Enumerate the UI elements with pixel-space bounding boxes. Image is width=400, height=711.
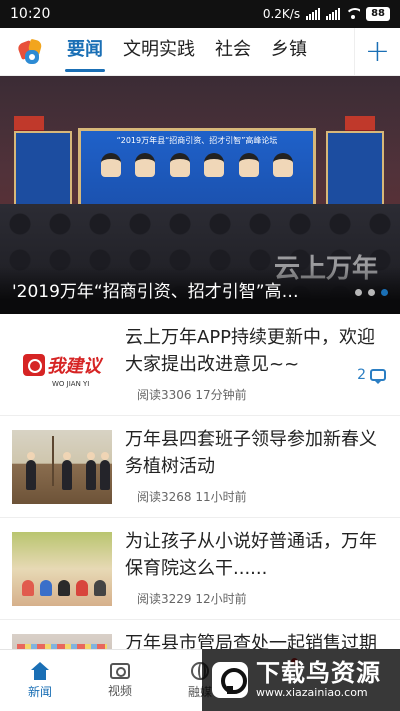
nav-news[interactable]: 新闻	[0, 650, 80, 711]
carousel-dot-active[interactable]	[381, 289, 388, 296]
camera-icon	[110, 662, 130, 679]
status-bar: 10:20 0.2K/s 88	[0, 0, 400, 28]
news-item[interactable]: 万年县四套班子领导参加新春义务植树活动 阅读3268 11小时前	[0, 416, 400, 518]
channel-tabs: 要闻 文明实践 社会 乡镇	[57, 28, 354, 76]
add-channel-button[interactable]: +	[354, 27, 400, 76]
news-meta: 阅读3268 11小时前	[137, 490, 247, 504]
news-meta: 阅读3229 12小时前	[137, 592, 247, 606]
signal-icon	[306, 8, 321, 20]
comment-count[interactable]: 2	[357, 367, 386, 384]
news-title[interactable]: 为让孩子从小说好普通话，万年保育院这么干......	[125, 528, 386, 582]
carousel-dot[interactable]	[368, 289, 375, 296]
news-meta: 阅读3306 17分钟前	[137, 388, 247, 402]
news-thumbnail	[12, 634, 112, 649]
news-item[interactable]: 万年县市管局查处一起销售过期食品案	[0, 620, 400, 649]
tab-society[interactable]: 社会	[205, 28, 261, 76]
site-watermark-title: 下载鸟资源	[256, 659, 381, 687]
network-speed: 0.2K/s	[262, 7, 301, 21]
news-title[interactable]: 云上万年APP持续更新中，欢迎大家提出改进意见~~	[125, 324, 386, 378]
comment-bubble-icon	[370, 369, 386, 384]
site-watermark-url: www.xiazainiao.com	[256, 686, 368, 699]
news-thumbnail	[12, 532, 112, 606]
home-icon	[30, 661, 50, 680]
tab-townships[interactable]: 乡镇	[261, 28, 317, 76]
stage-screen-title: “2019万年县“招商引资、招才引智”高峰论坛	[116, 136, 278, 145]
signal-icon-2	[326, 8, 341, 20]
site-watermark: 下载鸟资源 www.xiazainiao.com	[202, 649, 400, 711]
news-thumbnail	[12, 430, 112, 504]
nav-video-label: 视频	[107, 683, 132, 698]
carousel-dot[interactable]	[355, 289, 362, 296]
news-title[interactable]: 万年县市管局查处一起销售过期食品案	[125, 630, 386, 649]
news-title[interactable]: 万年县四套班子领导参加新春义务植树活动	[125, 426, 386, 480]
news-item[interactable]: 我建议 WO JIAN YI 云上万年APP持续更新中，欢迎大家提出改进意见~~…	[0, 314, 400, 416]
thumb-subtitle: WO JIAN YI	[52, 380, 90, 388]
nav-video[interactable]: 视频	[80, 650, 160, 711]
wifi-icon	[346, 8, 361, 20]
banner-carousel[interactable]: “2019万年县“招商引资、招才引智”高峰论坛 云上万年 '2019万年“招商引…	[0, 76, 400, 314]
banner-caption-bar: '2019万年“招商引资、招才引智”高峰论...	[0, 266, 400, 314]
suggestion-logo-icon	[23, 354, 45, 376]
comment-count-value: 2	[357, 367, 366, 383]
news-item[interactable]: 为让孩子从小说好普通话，万年保育院这么干...... 阅读3229 12小时前	[0, 518, 400, 620]
top-nav: 要闻 文明实践 社会 乡镇 +	[0, 27, 400, 76]
battery-icon: 88	[366, 7, 390, 21]
thumb-brand: 我建议	[47, 356, 101, 377]
nav-news-label: 新闻	[27, 684, 52, 699]
news-list: 我建议 WO JIAN YI 云上万年APP持续更新中，欢迎大家提出改进意见~~…	[0, 314, 400, 649]
status-time: 10:20	[10, 6, 51, 22]
banner-caption[interactable]: '2019万年“招商引资、招才引智”高峰论...	[12, 277, 312, 302]
site-logo-icon	[212, 662, 248, 698]
status-right: 0.2K/s 88	[263, 7, 390, 21]
news-thumbnail: 我建议 WO JIAN YI	[12, 328, 112, 402]
tab-civilization-practice[interactable]: 文明实践	[113, 28, 205, 76]
carousel-dots	[355, 289, 388, 296]
tab-headlines[interactable]: 要闻	[57, 28, 113, 76]
app-logo-icon[interactable]	[15, 36, 47, 68]
